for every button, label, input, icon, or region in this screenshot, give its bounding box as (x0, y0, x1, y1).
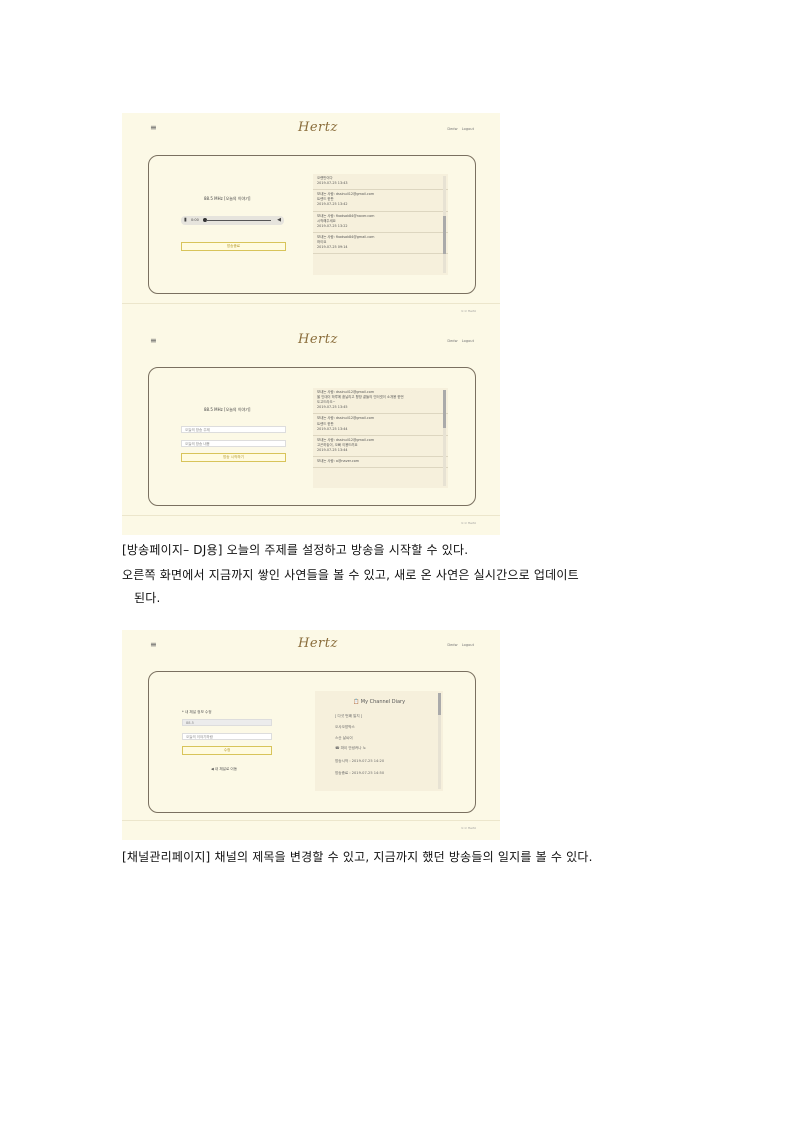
header: ≡ Hertz Dedw Logout (122, 630, 500, 660)
message-item: 보내는 사람: dssinull12@gmail.com 트렌드 한판 2019-0… (313, 190, 448, 212)
screenshot-broadcast-setup: ≡ Hertz Dedw Logout 88.5 MHz [오늘의 이야기] 오… (122, 317, 500, 535)
audio-player[interactable]: ▮ 0:00 ◀ (181, 216, 284, 225)
play-icon[interactable]: ▮ (184, 217, 187, 223)
caption-broadcast-1: [방송페이지– DJ용] 오늘의 주제를 설정하고 방송을 시작할 수 있다. (122, 543, 469, 557)
top-links: Dedw Logout (444, 643, 474, 647)
go-to-my-channel-link[interactable]: ◀ 내 채널로 이동 (211, 767, 237, 772)
logout-link[interactable]: Logout (462, 643, 474, 647)
diary-line: 스산 날씨이 (335, 736, 353, 740)
footer-divider (122, 820, 500, 821)
seek-bar[interactable] (206, 220, 271, 221)
scroll-thumb[interactable] (443, 216, 446, 254)
scrollbar[interactable] (443, 390, 446, 486)
volume-icon[interactable]: ◀ (277, 217, 281, 223)
header: ≡ Hertz Dedw Logout (122, 113, 500, 143)
channel-diary-box[interactable]: 📋 My Channel Diary [ 다섯 번째 일지 ] 오사오방박스 스… (315, 691, 443, 791)
scroll-thumb[interactable] (438, 693, 441, 715)
top-links: Dedw Logout (444, 339, 474, 343)
frequency-label: 88.5 MHz [오늘의 이야기] (204, 196, 251, 201)
main-panel: 88.5 MHz [오늘의 이야기] 오늘의 방송 주제 오늘의 방송 내용 방… (148, 367, 476, 506)
menu-icon[interactable]: ≡ (150, 124, 157, 132)
logo[interactable]: Hertz (298, 332, 338, 347)
frequency-input[interactable]: 88.5 (182, 719, 272, 726)
logo[interactable]: Hertz (298, 636, 338, 651)
menu-icon[interactable]: ≡ (150, 337, 157, 345)
frequency-label: 88.5 MHz [오늘의 이야기] (204, 407, 251, 412)
message-item: 보내는 사람: dssinull12@gmail.com 올 인데이 하루에 흩날… (313, 388, 448, 415)
scroll-thumb[interactable] (443, 390, 446, 428)
dedw-link[interactable]: Dedw (447, 127, 457, 131)
footer-divider (122, 303, 500, 304)
footer-text: ⊙ ⊙ Hertz (460, 521, 476, 525)
caption-broadcast-3: 된다. (134, 591, 161, 605)
diary-line: 오사오방박스 (335, 725, 355, 729)
player-time: 0:00 (191, 218, 199, 222)
message-item: 보내는 사람: fkadsak84@naver.com 시작해주세요 2019-07… (313, 212, 448, 233)
screenshot-channel-management: ≡ Hertz Dedw Logout * 내 채널 정보 수정 88.5 오늘… (122, 630, 500, 840)
diary-line: ☎ 파이 안녕커나 노 (335, 746, 367, 750)
footer-divider (122, 515, 500, 516)
message-item: 보내는 사람: dssinull12@gmail.com 고곤하놓이, 오빠 이용… (313, 436, 448, 458)
diary-line: 방송시작 : 2019-07-25 14:20 (335, 759, 385, 763)
top-links: Dedw Logout (444, 127, 474, 131)
logout-link[interactable]: Logout (462, 339, 474, 343)
dedw-link[interactable]: Dedw (447, 339, 457, 343)
logo[interactable]: Hertz (298, 120, 338, 135)
caption-broadcast-2: 오른쪽 화면에서 지금까지 쌓인 사연들을 볼 수 있고, 새로 온 사연은 실… (122, 568, 579, 582)
message-item: 보내는 사람: fkadsak84@gmail.com 하이요 2019-07-25… (313, 233, 448, 255)
footer-text: ⊙ ⊙ Hertz (460, 309, 476, 313)
diary-title: 📋 My Channel Diary (352, 699, 406, 705)
message-item: 보내는 사람: a@naver.com (313, 457, 448, 469)
footer-text: ⊙ ⊙ Hertz (460, 826, 476, 830)
form-label: * 내 채널 정보 수정 (182, 710, 212, 714)
message-list[interactable]: 보내는 사람: dssinull12@gmail.com 올 인데이 하루에 흩날… (313, 388, 448, 488)
scrollbar[interactable] (443, 176, 446, 273)
message-item: 보내는 사람: dssinull12@gmail.com 트렌드 한판 2019-0… (313, 414, 448, 436)
end-broadcast-button[interactable]: 방송종료 (181, 242, 286, 251)
message-item: 오랜만이다 2019-07-25 13:43 (313, 174, 448, 191)
diary-line: [ 다섯 번째 일지 ] (335, 714, 363, 718)
update-button[interactable]: 수정 (182, 746, 272, 755)
dedw-link[interactable]: Dedw (447, 643, 457, 647)
diary-line: 방송종료 : 2019-07-25 14:50 (335, 771, 385, 775)
caption-channel-management: [채널관리페이지] 채널의 제목을 변경할 수 있고, 지금까지 했던 방송들의… (122, 850, 593, 864)
screenshot-broadcast-on-air: ≡ Hertz Dedw Logout 88.5 MHz [오늘의 이야기] ▮… (122, 113, 500, 317)
channel-title-input[interactable]: 오늘의 이야기하람 (182, 733, 272, 740)
broadcast-content-input[interactable]: 오늘의 방송 내용 (181, 440, 286, 447)
main-panel: * 내 채널 정보 수정 88.5 오늘의 이야기하람 수정 ◀ 내 채널로 이… (148, 671, 476, 813)
broadcast-topic-input[interactable]: 오늘의 방송 주제 (181, 426, 286, 433)
start-broadcast-button[interactable]: 방송 시작하기 (181, 453, 286, 462)
scrollbar[interactable] (438, 693, 441, 789)
header: ≡ Hertz Dedw Logout (122, 317, 500, 347)
main-panel: 88.5 MHz [오늘의 이야기] ▮ 0:00 ◀ 방송종료 오랜만이다 20… (148, 155, 476, 294)
logout-link[interactable]: Logout (462, 127, 474, 131)
menu-icon[interactable]: ≡ (150, 641, 157, 649)
message-list[interactable]: 오랜만이다 2019-07-25 13:43 보내는 사람: dssinull12… (313, 174, 448, 275)
